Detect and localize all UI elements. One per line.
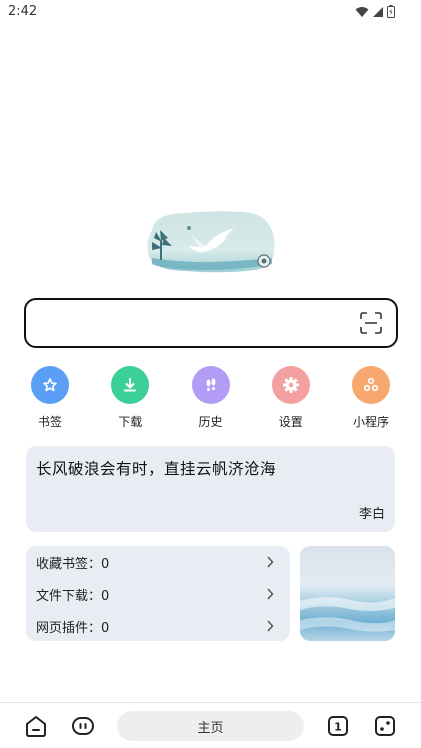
mini-program-icon: [352, 366, 390, 404]
stat-row-plugins[interactable]: 网页插件：0: [26, 610, 290, 642]
chevron-right-icon: [267, 588, 274, 600]
shortcut-mini-programs[interactable]: 小程序: [331, 366, 411, 430]
assistant-face-icon[interactable]: [71, 714, 95, 738]
gear-icon: [271, 366, 310, 404]
bottom-nav-bar: 主页 1: [0, 702, 421, 748]
status-bar: 2:42: [0, 0, 421, 24]
shortcut-label: 历史: [198, 415, 223, 429]
quote-text: 长风破浪会有时，直挂云帆济沧海: [36, 460, 277, 478]
shortcut-downloads[interactable]: 下载: [90, 366, 170, 430]
chevron-right-icon: [267, 620, 274, 632]
tabs-icon[interactable]: 1: [326, 714, 350, 738]
stat-label: 网页插件：0: [36, 620, 110, 636]
shortcut-bookmarks[interactable]: 书签: [10, 366, 90, 430]
tab-count: 1: [334, 721, 342, 734]
stat-row-downloads[interactable]: 文件下载：0: [26, 578, 290, 610]
home-button[interactable]: 主页: [117, 711, 304, 741]
home-icon[interactable]: [24, 714, 48, 738]
download-icon: [111, 366, 150, 404]
stat-row-bookmarks[interactable]: 收藏书签：0: [26, 546, 290, 578]
shortcut-label: 书签: [37, 415, 62, 429]
scan-icon[interactable]: [360, 312, 382, 334]
signal-icon: [373, 6, 383, 17]
status-time: 2:42: [8, 4, 38, 19]
wifi-icon: [355, 6, 369, 17]
quote-card[interactable]: 长风破浪会有时，直挂云帆济沧海 李白: [26, 446, 395, 532]
shortcut-grid: 书签 下载 历史 设置 小程序: [10, 366, 411, 430]
chevron-right-icon: [267, 556, 274, 568]
quote-author: 李白: [358, 507, 385, 522]
search-input[interactable]: [24, 298, 398, 348]
status-icons: [355, 5, 395, 18]
stats-card: 收藏书签：0 文件下载：0 网页插件：0: [26, 546, 290, 641]
menu-icon[interactable]: [373, 714, 397, 738]
seagull-logo: [147, 211, 275, 273]
bookmark-star-icon: [31, 366, 69, 404]
shortcut-history[interactable]: 历史: [171, 366, 251, 430]
home-label: 主页: [197, 720, 224, 736]
battery-icon: [387, 5, 395, 18]
stat-label: 收藏书签：0: [36, 556, 110, 572]
history-footprint-icon: [191, 366, 230, 404]
shortcut-settings[interactable]: 设置: [251, 366, 331, 430]
shortcut-label: 下载: [118, 415, 143, 429]
stat-label: 文件下载：0: [36, 588, 110, 604]
shortcut-label: 设置: [278, 415, 303, 429]
sea-cloud-photo[interactable]: [300, 546, 395, 641]
shortcut-label: 小程序: [352, 415, 389, 429]
